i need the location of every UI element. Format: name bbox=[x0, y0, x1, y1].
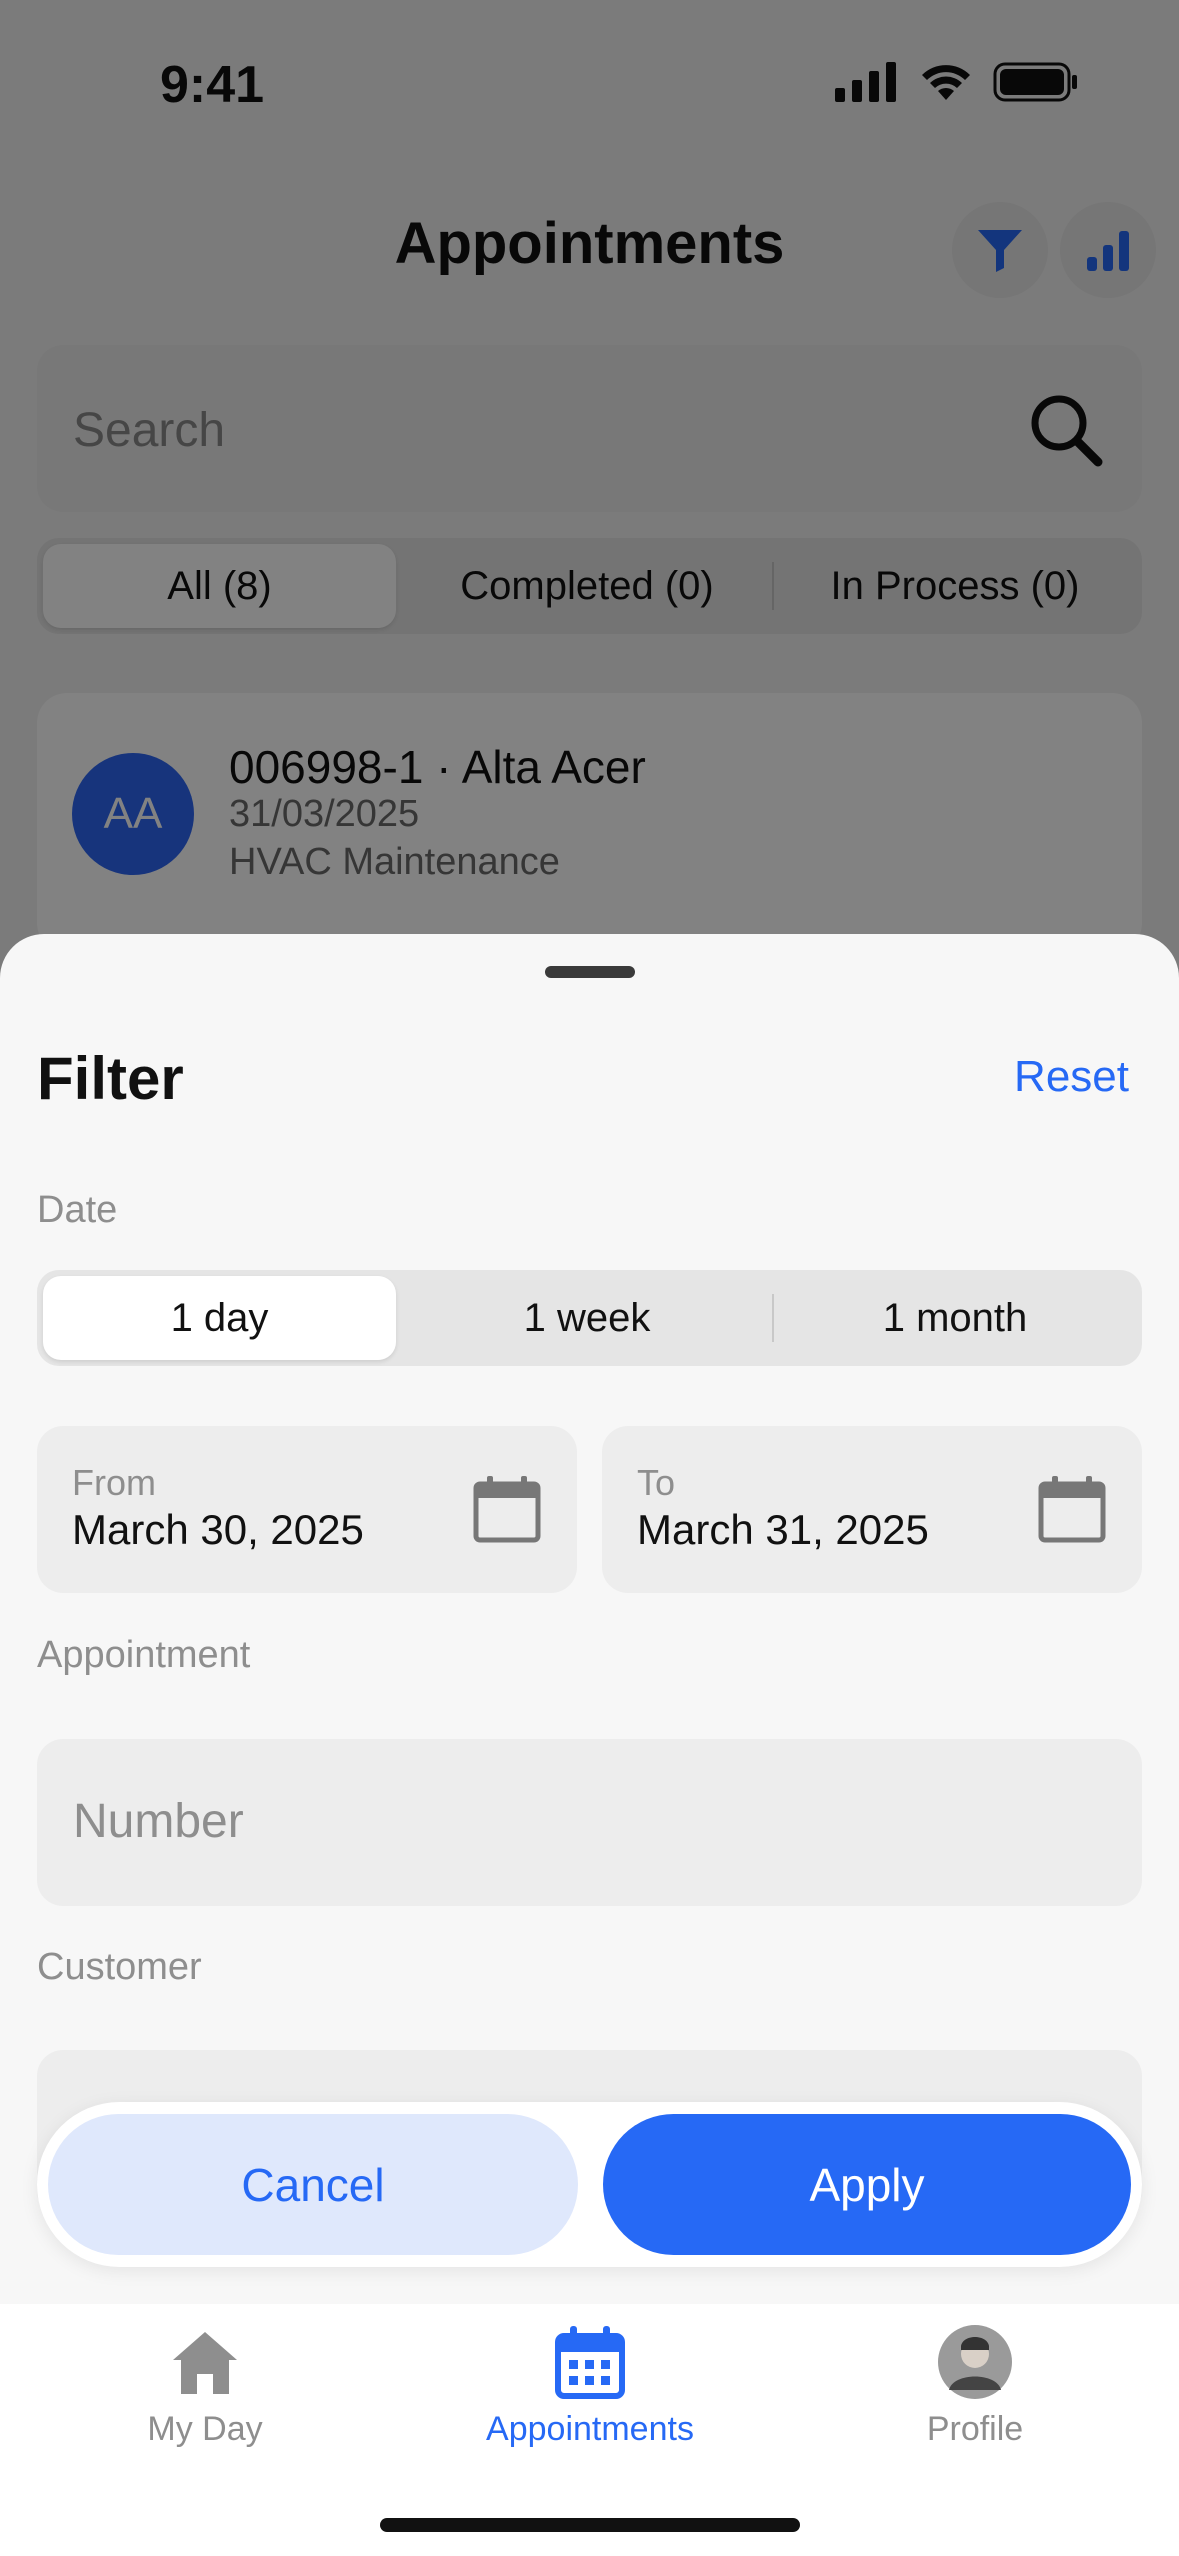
tab-profile[interactable]: Profile bbox=[825, 2324, 1125, 2449]
profile-avatar bbox=[938, 2325, 1012, 2399]
home-icon bbox=[173, 2332, 237, 2394]
tab-appointments[interactable]: Appointments bbox=[440, 2324, 740, 2449]
from-caption: From bbox=[72, 1462, 156, 1503]
date-label: Date bbox=[37, 1189, 118, 1231]
sheet-title: Filter bbox=[37, 1045, 184, 1112]
from-date-field[interactable]: From March 30, 2025 bbox=[37, 1426, 577, 1593]
reset-button[interactable]: Reset bbox=[1014, 1052, 1129, 1102]
calendar-grid-icon bbox=[555, 2326, 625, 2399]
tab-label-profile: Profile bbox=[926, 2410, 1024, 2448]
from-value: March 30, 2025 bbox=[72, 1506, 364, 1553]
appointment-label: Appointment bbox=[37, 1634, 251, 1676]
appointment-number-field[interactable]: Number bbox=[37, 1739, 1142, 1906]
to-value: March 31, 2025 bbox=[637, 1506, 929, 1553]
to-date-field[interactable]: To March 31, 2025 bbox=[602, 1426, 1142, 1593]
range-1-month[interactable]: 1 month bbox=[774, 1270, 1136, 1366]
tab-label-appointments: Appointments bbox=[486, 2410, 694, 2448]
screen: 9:41 Appointments Search All (8) Complet… bbox=[0, 0, 1179, 2556]
calendar-icon bbox=[1038, 1476, 1106, 1543]
range-1-day[interactable]: 1 day bbox=[43, 1276, 396, 1360]
number-placeholder: Number bbox=[73, 1795, 244, 1848]
cancel-button[interactable]: Cancel bbox=[48, 2114, 578, 2255]
calendar-icon bbox=[473, 1476, 541, 1543]
date-range-segmented: 1 day 1 week 1 month bbox=[37, 1270, 1142, 1366]
action-bar: Cancel Apply bbox=[37, 2102, 1142, 2267]
home-indicator bbox=[380, 2518, 800, 2532]
range-1-week[interactable]: 1 week bbox=[402, 1270, 772, 1366]
sheet-grabber[interactable] bbox=[545, 966, 635, 978]
apply-button[interactable]: Apply bbox=[603, 2114, 1131, 2255]
tab-label-my-day: My Day bbox=[147, 2410, 263, 2448]
to-caption: To bbox=[637, 1462, 676, 1503]
customer-label: Customer bbox=[37, 1946, 202, 1988]
tab-my-day[interactable]: My Day bbox=[55, 2324, 355, 2449]
